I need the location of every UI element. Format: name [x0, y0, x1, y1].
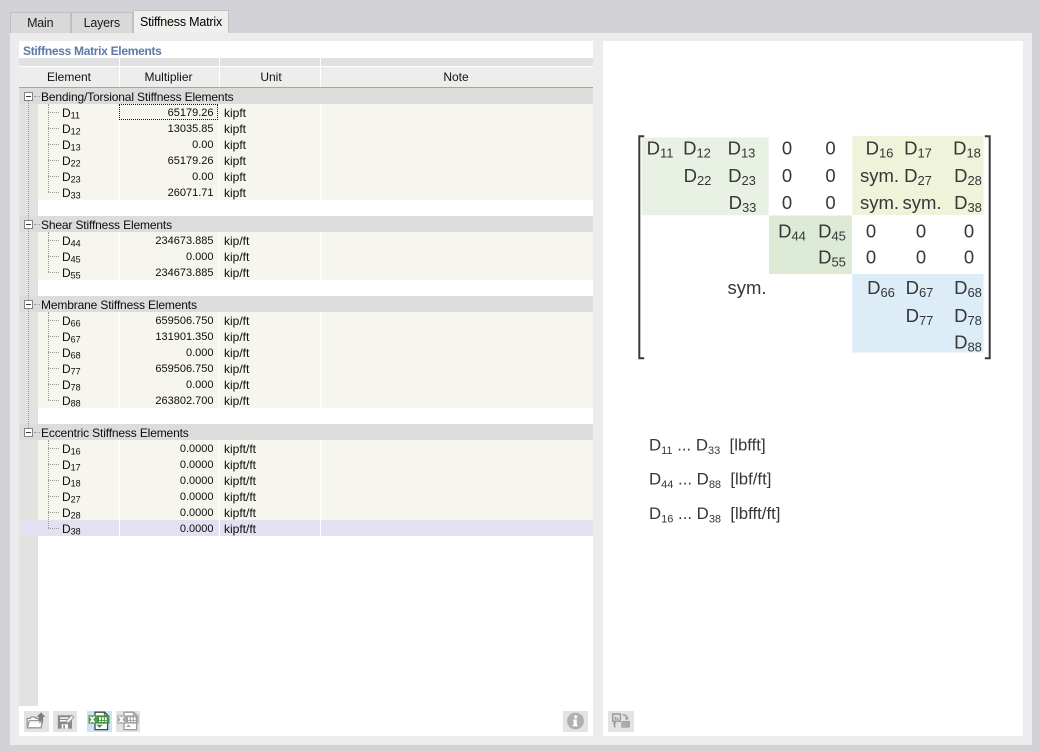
svg-text:0: 0 — [825, 165, 835, 186]
svg-text:0: 0 — [964, 221, 974, 242]
svg-text:sym.: sym. — [727, 277, 766, 298]
svg-text:sym.: sym. — [860, 165, 899, 186]
svg-text:0: 0 — [782, 165, 792, 186]
svg-text:0: 0 — [964, 247, 974, 268]
svg-text:D44​ ... D88​ [lbf/ft]: D44​ ... D88​ [lbf/ft] — [649, 470, 771, 491]
svg-text:sym.: sym. — [902, 192, 941, 213]
svg-text:0: 0 — [782, 192, 792, 213]
svg-text:0: 0 — [782, 138, 792, 159]
svg-text:D16​ ... D38​ [lbfft/ft]: D16​ ... D38​ [lbfft/ft] — [649, 504, 780, 525]
svg-text:0: 0 — [866, 247, 876, 268]
svg-text:0: 0 — [866, 221, 876, 242]
svg-text:0: 0 — [825, 192, 835, 213]
svg-text:0: 0 — [825, 138, 835, 159]
svg-text:0: 0 — [916, 221, 926, 242]
svg-text:0: 0 — [916, 247, 926, 268]
svg-text:sym.: sym. — [860, 192, 899, 213]
svg-text:D11​ ... D33​ [lbfft]: D11​ ... D33​ [lbfft] — [649, 436, 766, 457]
